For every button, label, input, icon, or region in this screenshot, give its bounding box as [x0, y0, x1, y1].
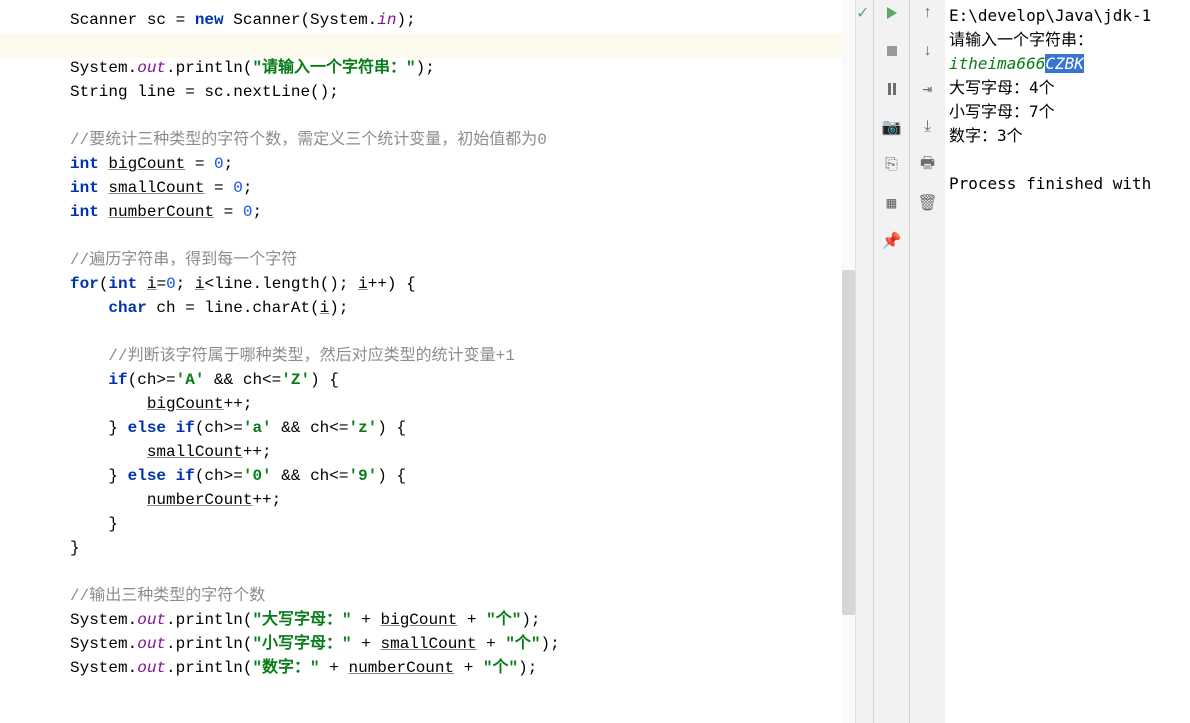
console-jdk-path: E:\develop\Java\jdk-1: [949, 4, 1186, 28]
console-finished: Process finished with: [949, 172, 1186, 196]
pin-icon[interactable]: 📌: [883, 232, 901, 250]
scroll-icon[interactable]: ⤓: [919, 118, 937, 136]
camera-icon[interactable]: 📷: [883, 118, 901, 136]
print-icon[interactable]: 🖶: [919, 156, 937, 174]
stop-icon[interactable]: [883, 42, 901, 60]
code-editor[interactable]: ✓ Scanner sc = new Scanner(System.in); S…: [0, 0, 873, 723]
run-console[interactable]: E:\develop\Java\jdk-1 请输入一个字符串： itheima6…: [945, 0, 1190, 723]
inspection-ok-icon[interactable]: ✓: [857, 2, 868, 24]
console-prompt-line: 请输入一个字符串：: [949, 28, 1186, 52]
exit-icon[interactable]: ⎘: [883, 156, 901, 174]
down-icon[interactable]: [919, 42, 937, 60]
pause-icon[interactable]: [883, 80, 901, 98]
layout-icon[interactable]: ▦: [883, 194, 901, 212]
console-output-digits: 数字：3个: [949, 124, 1186, 148]
wrap-icon[interactable]: ⇥: [919, 80, 937, 98]
console-output-uppercase: 大写字母：4个: [949, 76, 1186, 100]
up-icon[interactable]: [919, 4, 937, 22]
console-empty: [949, 148, 1186, 172]
run-toolbar-left: 📷 ⎘ ▦ 📌: [873, 0, 909, 723]
trash-icon[interactable]: 🗑: [919, 194, 937, 212]
console-output-lowercase: 小写字母：7个: [949, 100, 1186, 124]
console-user-input: itheima666CZBK: [949, 52, 1186, 76]
run-toolbar-right: ⇥ ⤓ 🖶 🗑: [909, 0, 945, 723]
code-text[interactable]: Scanner sc = new Scanner(System.in); Sys…: [70, 8, 873, 680]
run-icon[interactable]: [883, 4, 901, 22]
